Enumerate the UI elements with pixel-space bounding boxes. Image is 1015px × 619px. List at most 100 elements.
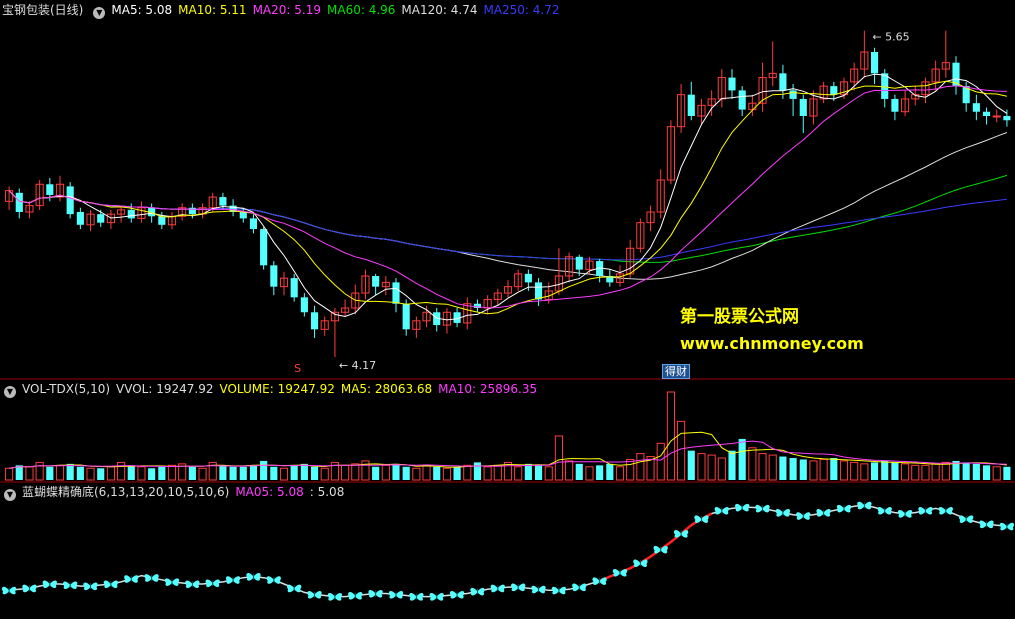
candle-body xyxy=(249,218,258,230)
butterfly-indicator-1: : 5.08 xyxy=(309,485,345,499)
candle-body xyxy=(219,197,227,206)
volume-indicator-2: MA5: 28063.68 xyxy=(340,382,433,396)
volume-bar xyxy=(76,466,84,480)
butterfly-icon xyxy=(83,582,98,591)
main-indicator-4: MA120: 4.74 xyxy=(401,3,478,17)
candle-body xyxy=(310,312,319,330)
butterfly-icon xyxy=(388,590,404,599)
volume-bar xyxy=(148,468,156,480)
volume-bar xyxy=(117,461,126,481)
candle-body xyxy=(158,216,166,225)
butterfly-panel-header: ▼ 蓝蝴蝶精确底(6,13,13,20,10,5,10,6) MA05: 5.08:… xyxy=(0,484,356,501)
volume-title: VOL-TDX(5,10) xyxy=(22,382,111,396)
butterfly-icon xyxy=(938,506,953,515)
candle-body xyxy=(779,73,787,91)
volume-bar xyxy=(758,453,767,481)
candle-body xyxy=(728,77,736,91)
ma-line-20 xyxy=(8,85,1007,309)
candle-body xyxy=(524,273,532,283)
ma-line-10 xyxy=(8,80,1008,315)
volume-bar xyxy=(473,462,482,480)
butterfly-icon xyxy=(979,520,994,529)
butterfly-icon xyxy=(857,501,872,510)
volume-bar xyxy=(239,466,247,480)
kline-chart[interactable]: ← 5.65 ← 4.17 S 宝钢包装(日线) ▼ MA5: 5.08 MA10: 5.… xyxy=(0,0,1015,615)
butterfly-icon xyxy=(897,510,913,518)
butterfly-icon xyxy=(42,580,57,589)
butterfly-icon xyxy=(246,573,261,581)
candle-body xyxy=(972,103,980,112)
volume-bar xyxy=(656,442,665,481)
butterfly-icon xyxy=(959,515,974,523)
volume-bar xyxy=(320,467,329,481)
volume-bar xyxy=(850,461,859,481)
butterfly-icon xyxy=(918,506,933,515)
butterfly-indicator-0: MA05: 5.08 xyxy=(235,485,304,499)
volume-bar xyxy=(819,458,828,481)
candle-body xyxy=(392,282,400,304)
butterfly-icon xyxy=(307,590,322,599)
volume-bar xyxy=(270,466,278,480)
candle-body xyxy=(76,212,84,225)
volume-bar xyxy=(412,467,421,481)
butterfly-icon xyxy=(266,576,281,584)
high-price-label: ← 5.65 xyxy=(872,31,909,44)
chart-canvas[interactable]: ← 5.65 ← 4.17 S xyxy=(0,0,1015,615)
main-indicator-2: MA20: 5.19 xyxy=(252,3,321,17)
candle-body xyxy=(1003,116,1011,121)
volume-bar xyxy=(697,453,706,481)
volume-indicator-1: VOLUME: 19247.92 xyxy=(219,382,335,396)
volume-bar xyxy=(636,453,645,481)
butterfly-title: 蓝蝴蝶精确底(6,13,13,20,10,5,10,6) xyxy=(22,485,230,499)
volume-bar xyxy=(626,458,635,481)
volume-bar xyxy=(372,466,380,480)
volume-bar xyxy=(86,467,95,481)
butterfly-icon xyxy=(368,589,383,598)
butterfly-icon xyxy=(1,586,17,595)
butterfly-icon xyxy=(694,515,709,523)
volume-bar xyxy=(493,464,502,481)
volume-bar xyxy=(351,463,360,481)
butterfly-icon xyxy=(877,506,892,515)
butterfly-icon xyxy=(124,575,139,583)
main-indicator-0: MA5: 5.08 xyxy=(111,3,173,17)
volume-bar xyxy=(809,460,818,481)
volume-panel-header: ▼ VOL-TDX(5,10) VVOL: 19247.92 VOLUME: 1924… xyxy=(0,381,549,398)
volume-bar xyxy=(66,463,74,480)
volume-bar xyxy=(158,466,166,480)
volume-bar xyxy=(229,466,237,480)
butterfly-toggle-icon[interactable]: ▼ xyxy=(4,489,16,501)
butterfly-indicators: MA05: 5.08 : 5.08 xyxy=(235,485,350,499)
candle-body xyxy=(15,192,23,212)
butterfly-icon xyxy=(735,503,750,512)
butterfly-icon xyxy=(999,522,1015,531)
butterfly-icon xyxy=(449,590,465,599)
watermark-url[interactable]: www.chnmoney.com xyxy=(680,334,864,353)
volume-bar xyxy=(992,466,1001,481)
candle-body xyxy=(188,207,196,215)
volume-bar xyxy=(606,463,614,480)
volume-bar xyxy=(279,467,289,481)
main-indicator-5: MA250: 4.72 xyxy=(483,3,560,17)
volume-bar xyxy=(483,466,492,481)
butterfly-icon xyxy=(511,583,526,592)
candle-body xyxy=(738,90,746,110)
volume-bar xyxy=(830,458,838,480)
volume-bar xyxy=(748,447,757,481)
volume-bar xyxy=(565,460,574,481)
butterfly-icon xyxy=(164,578,180,586)
volume-toggle-icon[interactable]: ▼ xyxy=(4,386,16,398)
candle-body xyxy=(982,111,991,116)
volume-bar xyxy=(768,454,777,481)
butterfly-icon xyxy=(816,509,831,517)
volume-bar xyxy=(891,462,899,480)
candle-body xyxy=(992,115,1001,118)
event-badge[interactable]: 得财 xyxy=(662,364,690,379)
volume-bar xyxy=(921,464,930,481)
volume-bar xyxy=(738,438,746,480)
volume-bar xyxy=(260,460,268,480)
butterfly-line xyxy=(9,504,1007,598)
butterfly-icon xyxy=(612,568,628,577)
indicator-toggle-icon[interactable]: ▼ xyxy=(93,7,106,19)
butterfly-icon xyxy=(144,574,159,582)
